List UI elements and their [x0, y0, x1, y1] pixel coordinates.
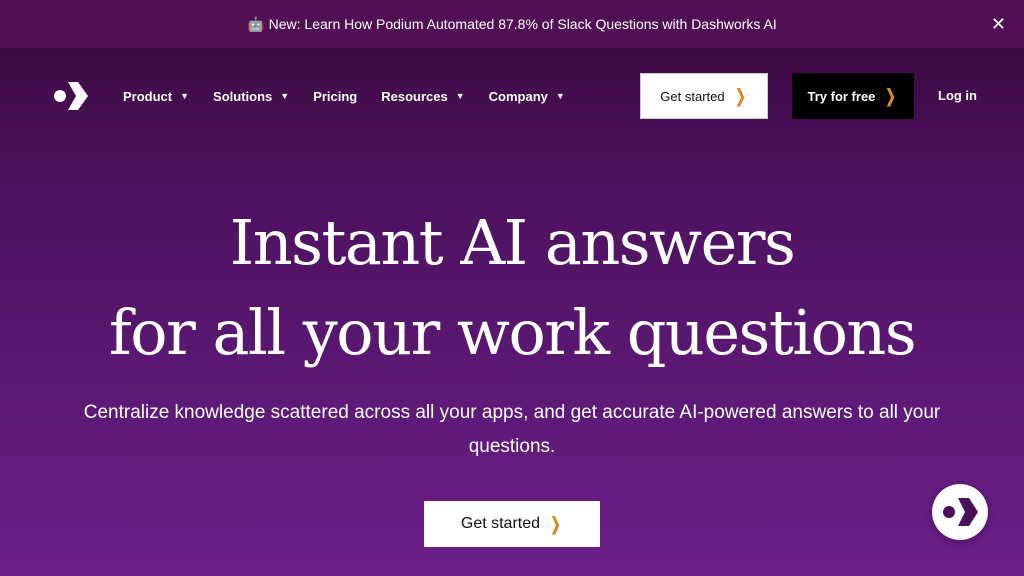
- caret-down-icon: ▼: [455, 91, 465, 101]
- chevron-right-icon: ❯: [550, 513, 561, 534]
- chevron-right-icon: ❯: [885, 85, 897, 106]
- caret-down-icon: ▼: [280, 91, 290, 101]
- dashworks-logo-icon: [943, 498, 978, 526]
- hero-title: Instant AI answers for all your work ques…: [0, 198, 1024, 378]
- nav-label: Company: [488, 88, 548, 104]
- caret-down-icon: ▼: [180, 91, 190, 101]
- navbar: Product ▼ Solutions ▼ Pricing Resources ▼ C…: [0, 73, 1024, 119]
- button-label: Get started: [460, 515, 541, 532]
- title-line-2: for all your work questions: [108, 296, 917, 369]
- nav-solutions[interactable]: Solutions ▼: [213, 89, 289, 104]
- nav-company[interactable]: Company ▼: [489, 89, 565, 104]
- nav-label: Resources: [381, 88, 448, 104]
- dashworks-logo[interactable]: [54, 82, 88, 110]
- robot-icon: 🤖: [247, 15, 265, 32]
- close-icon[interactable]: ✕: [991, 14, 1006, 35]
- chevron-right-icon: ❯: [734, 85, 746, 106]
- caret-down-icon: ▼: [555, 91, 565, 101]
- nav-resources[interactable]: Resources ▼: [381, 89, 464, 104]
- nav-label: Pricing: [313, 88, 358, 104]
- nav-pricing[interactable]: Pricing: [313, 89, 357, 104]
- nav-label: Solutions: [213, 88, 273, 104]
- banner-text[interactable]: New: Learn How Podium Automated 87.8% of…: [269, 16, 777, 32]
- announcement-banner[interactable]: 🤖 New: Learn How Podium Automated 87.8% …: [0, 0, 1024, 48]
- hero-subtitle: Centralize knowledge scattered across al…: [83, 402, 941, 457]
- get-started-button[interactable]: Get started ❯: [640, 73, 768, 119]
- nav-label: Product: [123, 88, 173, 104]
- hero-get-started-button[interactable]: Get started ❯: [424, 501, 600, 547]
- main-menu: Product ▼ Solutions ▼ Pricing Resources ▼ C…: [123, 73, 589, 119]
- login-link[interactable]: Log in: [938, 88, 977, 103]
- try-for-free-button[interactable]: Try for free ❯: [792, 73, 914, 119]
- button-label: Try for free: [807, 88, 876, 104]
- nav-product[interactable]: Product ▼: [123, 89, 189, 104]
- chat-launcher-button[interactable]: [932, 484, 988, 540]
- title-line-1: Instant AI answers: [229, 206, 796, 279]
- button-label: Get started: [660, 88, 725, 104]
